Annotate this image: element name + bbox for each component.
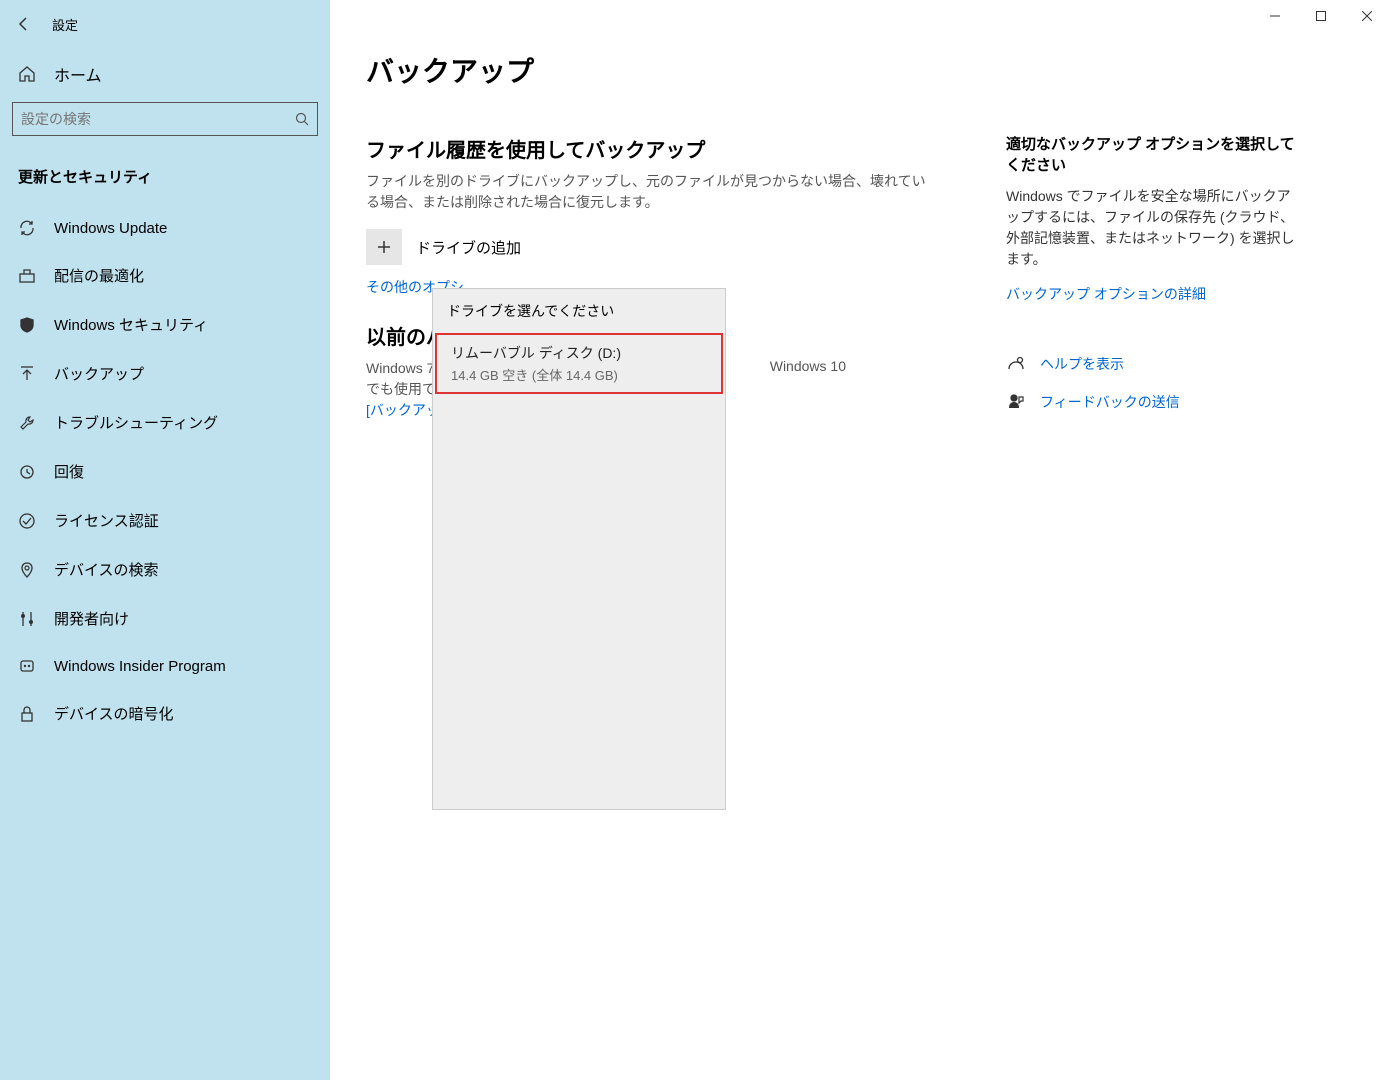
sidebar-item-security[interactable]: Windows セキュリティ [0,300,330,349]
get-help-link[interactable]: ヘルプを表示 [1040,354,1124,374]
maximize-icon [1316,11,1326,21]
sliders-icon [18,610,36,628]
dropdown-item-removable-disk[interactable]: リムーバブル ディスク (D:) 14.4 GB 空き (全体 14.4 GB) [435,333,723,394]
back-button[interactable] [14,14,34,34]
sidebar: 設定 ホーム 更新とセキュリティ Windows Update 配信の最適化 W… [0,0,330,1080]
dropdown-header: ドライブを選んでください [433,289,725,333]
sidebar-item-label: Windows セキュリティ [54,314,208,335]
close-icon [1362,11,1372,21]
backup-options-link[interactable]: バックアップ オプションの詳細 [1006,284,1296,304]
sidebar-item-label: ライセンス認証 [54,510,159,531]
sidebar-item-troubleshoot[interactable]: トラブルシューティング [0,398,330,447]
nav-home-label: ホーム [54,62,102,86]
help-icon [1006,354,1026,374]
sidebar-item-encryption[interactable]: デバイスの暗号化 [0,689,330,738]
add-drive-label: ドライブの追加 [416,237,521,258]
plus-icon [376,239,392,255]
sidebar-item-activation[interactable]: ライセンス認証 [0,496,330,545]
add-drive-row[interactable]: ドライブの追加 [366,229,926,265]
search-input[interactable] [21,111,295,127]
arrow-left-icon [16,16,32,32]
feedback-link[interactable]: フィードバックの送信 [1040,392,1180,412]
sidebar-item-label: デバイスの暗号化 [54,703,174,724]
close-button[interactable] [1344,0,1390,32]
nav-home[interactable]: ホーム [0,52,330,96]
sidebar-item-insider[interactable]: Windows Insider Program [0,643,330,689]
drive-select-dropdown: ドライブを選んでください リムーバブル ディスク (D:) 14.4 GB 空き… [432,288,726,810]
section-previous-trailing: Windows 10 [770,358,846,420]
sidebar-item-label: Windows Insider Program [54,658,226,675]
search-input-container[interactable] [12,102,318,136]
sidebar-item-backup[interactable]: バックアップ [0,349,330,398]
home-icon [18,65,36,83]
page-title: バックアップ [366,50,1350,90]
aside-heading: 適切なバックアップ オプションを選択してください [1006,134,1296,176]
minimize-icon [1270,11,1280,21]
dropdown-item-sub: 14.4 GB 空き (全体 14.4 GB) [451,365,707,384]
sidebar-item-label: デバイスの検索 [54,559,159,580]
sidebar-item-label: 開発者向け [54,608,129,629]
recovery-icon [18,463,36,481]
feedback-icon [1006,392,1026,412]
sidebar-item-windows-update[interactable]: Windows Update [0,205,330,251]
add-drive-button[interactable] [366,229,402,265]
delivery-icon [18,267,36,285]
lock-icon [18,705,36,723]
sidebar-item-recovery[interactable]: 回復 [0,447,330,496]
minimize-button[interactable] [1252,0,1298,32]
location-icon [18,561,36,579]
aside-panel: 適切なバックアップ オプションを選択してください Windows でファイルを安… [1006,134,1296,430]
dropdown-item-title: リムーバブル ディスク (D:) [451,343,707,363]
shield-icon [18,316,36,334]
aside-desc: Windows でファイルを安全な場所にバックアップするには、ファイルの保存先 … [1006,186,1296,270]
backup-icon [18,365,36,383]
section-file-history-desc: ファイルを別のドライブにバックアップし、元のファイルが見つからない場合、壊れてい… [366,171,926,213]
sidebar-item-label: 回復 [54,461,84,482]
check-circle-icon [18,512,36,530]
search-icon [295,112,309,126]
insider-icon [18,657,36,675]
get-help-row[interactable]: ヘルプを表示 [1006,354,1296,374]
sidebar-item-label: トラブルシューティング [54,412,218,433]
window-title: 設定 [52,15,78,34]
nav-section-label: 更新とセキュリティ [0,152,330,205]
sidebar-item-label: バックアップ [54,363,144,384]
section-file-history-heading: ファイル履歴を使用してバックアップ [366,134,926,163]
wrench-icon [18,414,36,432]
feedback-row[interactable]: フィードバックの送信 [1006,392,1296,412]
sidebar-item-find-device[interactable]: デバイスの検索 [0,545,330,594]
sync-icon [18,219,36,237]
sidebar-item-developers[interactable]: 開発者向け [0,594,330,643]
maximize-button[interactable] [1298,0,1344,32]
sidebar-item-label: 配信の最適化 [54,265,144,286]
sidebar-item-delivery-optimization[interactable]: 配信の最適化 [0,251,330,300]
sidebar-item-label: Windows Update [54,220,167,237]
